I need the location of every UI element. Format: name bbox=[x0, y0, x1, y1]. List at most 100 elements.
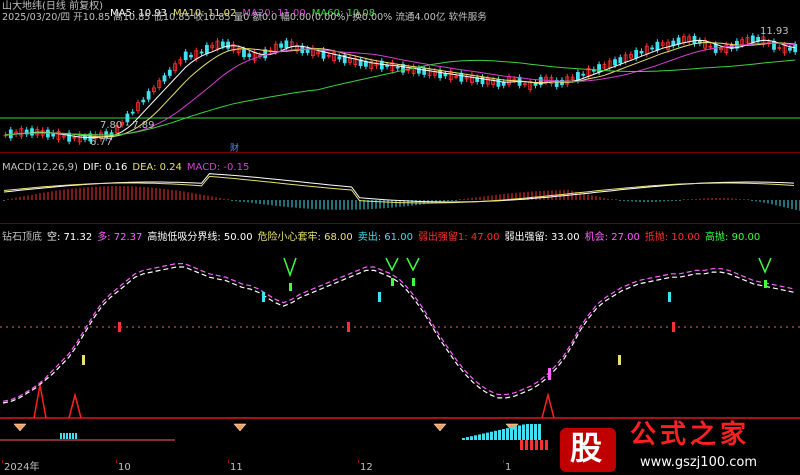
macd-legend-item-2: DEA: 0.24 bbox=[132, 162, 182, 173]
indicator-legend-item-8: 机会: 27.00 bbox=[584, 232, 640, 243]
bottom-bar bbox=[535, 440, 538, 450]
bottom-bar bbox=[72, 433, 74, 439]
magenta-marker bbox=[548, 368, 551, 380]
bottom-bar bbox=[506, 428, 509, 440]
candle-body bbox=[279, 43, 284, 48]
candle-body bbox=[634, 50, 639, 59]
candle-body bbox=[618, 57, 623, 64]
indicator-legend-item-9: 抵抛: 10.00 bbox=[644, 232, 701, 243]
bottom-bar bbox=[60, 433, 62, 439]
candle-body bbox=[750, 35, 755, 43]
panel-divider bbox=[0, 152, 800, 153]
bottom-bar bbox=[486, 432, 489, 440]
stock-chart: 山大地纬(日线 前复权) MA5: 10.93 MA10: 11.02 MA20: … bbox=[0, 0, 800, 475]
diamond-icon bbox=[433, 423, 447, 432]
bottom-bar bbox=[530, 424, 533, 440]
green-bar-marker bbox=[391, 278, 394, 286]
x-axis-label: 11 bbox=[230, 462, 243, 473]
indicator-legend-item-0: 钻石顶底 bbox=[2, 232, 42, 243]
bottom-bar bbox=[502, 429, 505, 440]
bottom-bar bbox=[63, 433, 65, 439]
bottom-bar bbox=[69, 433, 71, 439]
low-mark: 6.77 bbox=[90, 137, 113, 148]
candle-body bbox=[247, 53, 252, 58]
candle-body bbox=[146, 91, 151, 100]
yellow-marker bbox=[82, 355, 85, 365]
x-axis-label: 1 bbox=[505, 462, 512, 473]
red-marker bbox=[118, 322, 121, 332]
bottom-bar bbox=[482, 433, 485, 440]
candle-body bbox=[220, 41, 225, 47]
green-bar-marker bbox=[289, 283, 292, 291]
macd-legend-item-1: DIF: 0.16 bbox=[82, 162, 128, 173]
bottom-bar bbox=[75, 433, 77, 439]
watermark-logo-text: 股 bbox=[570, 429, 603, 467]
x-axis-tick bbox=[116, 460, 117, 463]
candle-body bbox=[395, 66, 400, 69]
candle-body bbox=[676, 37, 681, 45]
x-axis-label: 10 bbox=[118, 462, 131, 473]
candle-body bbox=[655, 41, 660, 51]
indicator-line-1 bbox=[2, 263, 796, 402]
red-spike-marker bbox=[33, 384, 47, 419]
candle-body bbox=[130, 111, 135, 114]
x-axis-label: 2024年 bbox=[4, 462, 40, 473]
bottom-bar bbox=[494, 430, 497, 440]
macd-legend: MACD(12,26,9) DIF: 0.16 DEA: 0.24 MACD: -0.… bbox=[2, 155, 254, 174]
watermark-title: 公式之家 bbox=[630, 420, 751, 450]
bottom-bar bbox=[470, 436, 473, 440]
x-axis-label: 12 bbox=[360, 462, 373, 473]
candle-body bbox=[438, 69, 443, 79]
indicator-legend: 钻石顶底 空: 71.32 多: 72.37 高抛低吸分界线: 50.00 危险小心套牢… bbox=[2, 225, 765, 244]
cyan-sell-marker bbox=[668, 292, 671, 302]
candle-body bbox=[459, 72, 464, 82]
x-axis-tick bbox=[503, 460, 504, 463]
indicator-legend-item-6: 弱出强留1: 47.00 bbox=[417, 232, 500, 243]
bottom-bar bbox=[462, 438, 465, 440]
candle-body bbox=[183, 51, 188, 61]
watermark-url: www.gszj100.com bbox=[640, 455, 758, 470]
bottom-bar bbox=[540, 440, 543, 450]
macd-dea-line bbox=[3, 175, 795, 204]
bottom-bar bbox=[490, 431, 493, 440]
candle-body bbox=[650, 47, 654, 50]
red-marker bbox=[347, 322, 350, 332]
yellow-marker bbox=[618, 355, 621, 365]
bottom-bar bbox=[530, 440, 533, 450]
bottom-bar bbox=[538, 424, 541, 440]
candle-body bbox=[242, 49, 246, 58]
candle-body bbox=[337, 56, 342, 60]
candle-body bbox=[199, 51, 204, 54]
green-v-marker bbox=[758, 257, 772, 274]
bottom-bar bbox=[478, 434, 481, 440]
bottom-bar bbox=[545, 440, 548, 450]
mid-mark: 7.80 - 7.89 bbox=[100, 120, 155, 131]
candle-body bbox=[189, 54, 193, 58]
candle-body bbox=[284, 40, 289, 49]
bottom-bar bbox=[518, 425, 521, 440]
diamond-icon bbox=[233, 423, 247, 432]
candle-body bbox=[639, 50, 644, 54]
indicator-legend-item-5: 卖出: 61.00 bbox=[357, 232, 413, 243]
bottom-bar bbox=[526, 424, 529, 440]
bottom-bar bbox=[466, 437, 469, 440]
indicator-legend-item-3: 高抛低吸分界线: 50.00 bbox=[147, 232, 253, 243]
cai-icon: 财 bbox=[230, 144, 240, 154]
diamond-icon bbox=[13, 423, 27, 432]
indicator-legend-item-10: 高抛: 90.00 bbox=[705, 232, 761, 243]
panel-divider bbox=[0, 223, 800, 224]
x-axis-tick bbox=[228, 460, 229, 463]
candle-body bbox=[141, 99, 146, 103]
candle-body bbox=[167, 69, 172, 76]
candle-body bbox=[443, 73, 448, 77]
candle-body bbox=[788, 47, 792, 51]
candle-body bbox=[597, 64, 601, 73]
green-bar-marker bbox=[764, 280, 767, 288]
bottom-bar bbox=[525, 440, 528, 450]
candle-body bbox=[581, 73, 586, 76]
red-spike-marker bbox=[541, 392, 555, 419]
candle-body bbox=[162, 75, 167, 82]
red-spike-marker bbox=[68, 392, 82, 419]
candle-body bbox=[385, 65, 390, 67]
bottom-bar bbox=[474, 435, 477, 440]
